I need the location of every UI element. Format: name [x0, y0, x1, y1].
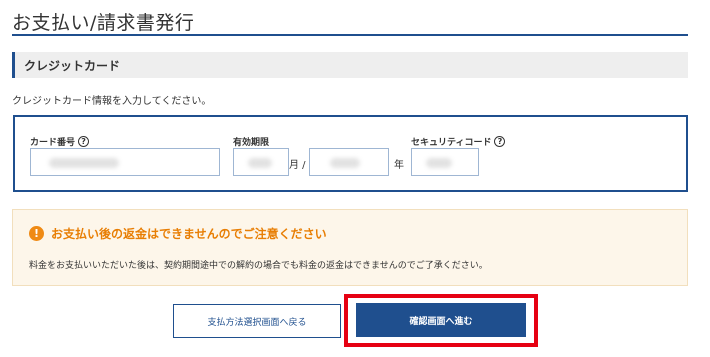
- credit-card-form: カード番号 ? 有効期限 月 / 年 セキュリティコード ?: [13, 115, 688, 192]
- card-number-label-text: カード番号: [30, 138, 76, 148]
- card-number-input[interactable]: [30, 148, 220, 176]
- section-title: クレジットカード: [24, 59, 121, 73]
- blurred-value: [330, 158, 360, 168]
- refund-notice: ! お支払い後の返金はできませんのでご注意ください 料金をお支払いいただいた後は…: [12, 209, 688, 286]
- month-unit: 月 /: [289, 160, 306, 171]
- security-code-label: セキュリティコード ?: [411, 135, 506, 148]
- instruction-text: クレジットカード情報を入力してください。: [12, 96, 212, 107]
- help-icon[interactable]: ?: [78, 136, 90, 147]
- security-code-label-text: セキュリティコード: [411, 138, 492, 148]
- warning-icon: !: [29, 226, 44, 241]
- confirm-button[interactable]: 確認画面へ進む: [356, 303, 526, 337]
- section-header: クレジットカード: [12, 52, 688, 78]
- expiry-label-text: 有効期限: [233, 138, 270, 148]
- title-divider: [12, 34, 688, 36]
- back-to-payment-method-button[interactable]: 支払方法選択画面へ戻る: [173, 304, 341, 338]
- security-code-input[interactable]: [411, 148, 479, 176]
- card-number-label: カード番号 ?: [30, 135, 90, 148]
- blurred-value: [248, 158, 272, 168]
- notice-title: お支払い後の返金はできませんのでご注意ください: [51, 227, 327, 241]
- expiry-year-input[interactable]: [309, 148, 389, 176]
- help-icon[interactable]: ?: [494, 136, 506, 147]
- blurred-value: [426, 158, 452, 168]
- blurred-value: [49, 158, 119, 168]
- page-title: お支払い/請求書発行: [12, 12, 195, 34]
- expiry-label: 有効期限: [233, 135, 269, 148]
- notice-body: 料金をお支払いいただいた後は、契約期間途中での解約の場合でも料金の返金はできませ…: [29, 261, 488, 271]
- year-unit: 年: [394, 160, 404, 171]
- expiry-month-input[interactable]: [233, 148, 289, 176]
